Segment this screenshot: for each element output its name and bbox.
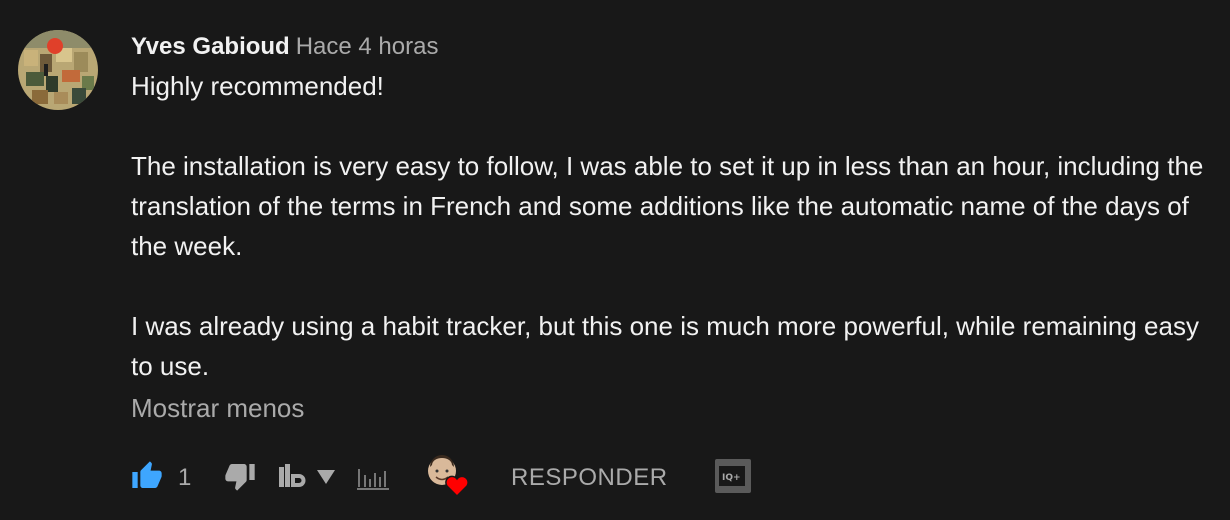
like-button[interactable] bbox=[131, 458, 163, 498]
tubebuddy-dropdown[interactable] bbox=[316, 458, 336, 498]
show-less-link[interactable]: Mostrar menos bbox=[131, 388, 304, 428]
comment-header: Yves Gabioud Hace 4 horas bbox=[131, 30, 1221, 64]
comment-paragraph: Highly recommended! bbox=[131, 71, 384, 101]
comment-thread: Yves Gabioud Hace 4 horas Highly recommen… bbox=[0, 0, 1230, 520]
dislike-button[interactable] bbox=[224, 458, 256, 498]
author-name[interactable]: Yves Gabioud bbox=[131, 33, 290, 60]
stats-button[interactable] bbox=[356, 458, 392, 498]
iq-button[interactable]: IQ+ bbox=[714, 458, 752, 498]
iq-icon: IQ+ bbox=[714, 458, 752, 499]
like-count: 1 bbox=[178, 458, 191, 498]
tubebuddy-icon bbox=[278, 462, 308, 495]
comment-paragraph: I was already using a habit tracker, but… bbox=[131, 311, 1199, 381]
author-avatar[interactable] bbox=[18, 30, 98, 110]
thumbs-up-icon bbox=[131, 460, 163, 497]
dropdown-triangle-icon bbox=[316, 467, 336, 490]
creator-heart[interactable] bbox=[426, 454, 470, 498]
reply-button[interactable]: RESPONDER bbox=[511, 458, 668, 498]
reply-label: RESPONDER bbox=[511, 464, 668, 491]
comment-timestamp[interactable]: Hace 4 horas bbox=[296, 33, 439, 60]
creator-heart-icon bbox=[426, 454, 470, 502]
comment-action-bar: 1 RESPONDER IQ+ bbox=[131, 454, 831, 498]
tubebuddy-button[interactable] bbox=[278, 458, 308, 498]
comment-paragraph: The installation is very easy to follow,… bbox=[131, 151, 1204, 261]
bar-chart-icon bbox=[356, 461, 392, 496]
comment-text: Highly recommended! The installation is … bbox=[131, 66, 1221, 386]
thumbs-down-icon bbox=[224, 460, 256, 497]
comment-body: Yves Gabioud Hace 4 horas Highly recommen… bbox=[131, 30, 1221, 428]
svg-text:IQ+: IQ+ bbox=[722, 473, 741, 483]
like-count-text: 1 bbox=[178, 464, 192, 491]
